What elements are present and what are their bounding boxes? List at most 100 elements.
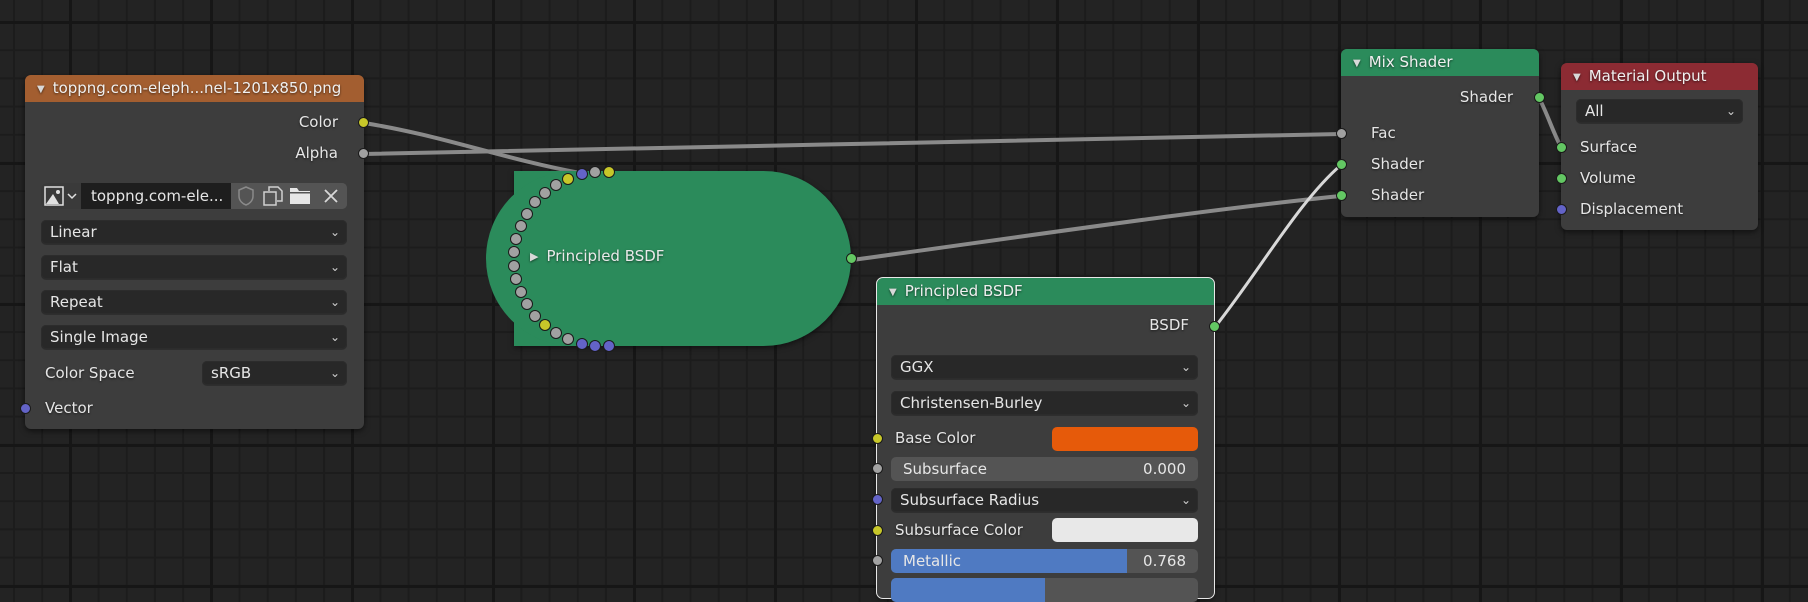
input-label-shader-2: Shader [1371, 186, 1425, 204]
socket-bsdf-output[interactable] [846, 253, 857, 264]
node-title: Mix Shader [1368, 53, 1453, 71]
collapsed-socket-float[interactable] [529, 309, 542, 322]
socket-surface-input[interactable] [1556, 142, 1567, 153]
socket-shader-input-1[interactable] [1336, 159, 1347, 170]
collapsed-socket-color[interactable] [562, 172, 575, 185]
socket-displacement-input[interactable] [1556, 204, 1567, 215]
duplicate-icon [263, 186, 283, 206]
socket-subsurface-radius-input[interactable] [872, 494, 883, 505]
collapsed-socket-color[interactable] [538, 319, 551, 332]
unlink-x-icon [323, 189, 338, 203]
node-header[interactable]: ▼ Mix Shader [1341, 49, 1539, 76]
chevron-down-icon: ⌄ [1180, 493, 1191, 507]
subsurface-value: 0.000 [1143, 460, 1186, 478]
socket-metallic-input[interactable] [872, 555, 883, 566]
socket-subsurface-color-input[interactable] [872, 525, 883, 536]
input-label-fac: Fac [1371, 124, 1396, 142]
material-output-node[interactable]: ▼ Material Output All ⌄ Surface Volume Dis… [1556, 63, 1758, 230]
projection-value: Flat [50, 258, 78, 276]
socket-alpha-output[interactable] [358, 148, 369, 159]
subsurface-radius-label: Subsurface Radius [900, 491, 1040, 509]
node-title: Material Output [1588, 67, 1707, 85]
collapsed-socket-vector[interactable] [575, 337, 588, 350]
base-color-swatch[interactable] [1052, 427, 1198, 451]
interpolation-value: Linear [50, 223, 97, 241]
socket-volume-input[interactable] [1556, 173, 1567, 184]
browse-image-button[interactable] [41, 183, 81, 209]
output-label-shader: Shader [1459, 88, 1513, 106]
interpolation-dropdown[interactable]: Linear ⌄ [41, 220, 347, 244]
collapse-triangle-icon[interactable]: ▼ [1573, 64, 1581, 90]
fake-user-button[interactable] [233, 183, 259, 209]
color-space-label: Color Space [45, 364, 135, 382]
extension-dropdown[interactable]: Repeat ⌄ [41, 290, 347, 314]
source-value: Single Image [50, 328, 148, 346]
socket-color-output[interactable] [358, 117, 369, 128]
collapsed-socket-float[interactable] [550, 178, 563, 191]
chevron-down-icon: ⌄ [1725, 104, 1736, 118]
collapse-triangle-icon[interactable]: ▼ [1353, 50, 1361, 76]
socket-base-color-input[interactable] [872, 433, 883, 444]
distribution-value: GGX [900, 358, 934, 376]
chevron-down-icon: ⌄ [1180, 360, 1191, 374]
node-title: Principled BSDF [904, 282, 1023, 300]
unlink-image-button[interactable] [314, 183, 347, 209]
source-dropdown[interactable]: Single Image ⌄ [41, 325, 347, 349]
collapsed-socket-float[interactable] [508, 259, 521, 272]
link-mix-to-surface [1537, 97, 1563, 148]
principled-bsdf-node[interactable]: ▼ Principled BSDF BSDF GGX ⌄ Christensen-B… [872, 277, 1220, 602]
input-label-volume: Volume [1580, 169, 1636, 187]
expand-triangle-icon[interactable]: ▶ [530, 250, 538, 263]
subsurface-method-value: Christensen-Burley [900, 394, 1043, 412]
collapsed-socket-float[interactable] [514, 286, 527, 299]
socket-shader-input-2[interactable] [1336, 190, 1347, 201]
input-label-vector: Vector [45, 399, 93, 417]
collapsed-socket-float[interactable] [520, 207, 533, 220]
chevron-down-icon: ⌄ [329, 366, 340, 380]
open-folder-icon [290, 188, 310, 204]
collapsed-socket-vector[interactable] [575, 168, 588, 181]
output-label-color: Color [298, 113, 338, 131]
collapsed-node-title-row: ▶ Principled BSDF [530, 247, 664, 265]
output-label-alpha: Alpha [295, 144, 338, 162]
socket-vector-input[interactable] [20, 403, 31, 414]
image-texture-node[interactable]: ▼ toppng.com-eleph...nel-1201x850.png Col… [20, 75, 369, 429]
socket-subsurface-input[interactable] [872, 463, 883, 474]
collapsed-socket-vector[interactable] [603, 339, 616, 352]
mix-shader-node[interactable]: ▼ Mix Shader Shader Fac Shader Shader [1336, 49, 1545, 217]
collapsed-principled-node[interactable]: ▶ Principled BSDF [486, 171, 857, 346]
collapsed-socket-float[interactable] [514, 219, 527, 232]
distribution-dropdown[interactable]: GGX ⌄ [891, 355, 1198, 379]
chevron-down-icon: ⌄ [329, 330, 340, 344]
image-selector: toppng.com-ele... [41, 183, 347, 209]
target-value: All [1585, 102, 1604, 120]
chevron-down-icon: ⌄ [329, 260, 340, 274]
subsurface-color-swatch[interactable] [1052, 518, 1198, 542]
metallic-value: 0.768 [1143, 552, 1186, 570]
node-header[interactable]: ▼ Principled BSDF [877, 278, 1214, 305]
subsurface-radius-dropdown[interactable]: Subsurface Radius ⌄ [891, 488, 1198, 512]
target-dropdown[interactable]: All ⌄ [1576, 99, 1743, 123]
collapse-triangle-icon[interactable]: ▼ [889, 279, 897, 305]
subsurface-method-dropdown[interactable]: Christensen-Burley ⌄ [891, 391, 1198, 415]
collapse-triangle-icon[interactable]: ▼ [37, 76, 45, 102]
duplicate-image-button[interactable] [260, 183, 286, 209]
node-header[interactable]: ▼ toppng.com-eleph...nel-1201x850.png [25, 75, 364, 102]
node-header[interactable]: ▼ Material Output [1561, 63, 1758, 90]
base-color-label: Base Color [895, 429, 976, 447]
socket-fac-input[interactable] [1336, 128, 1347, 139]
socket-bsdf-output[interactable] [1209, 321, 1220, 332]
fake-user-shield-icon [238, 186, 254, 206]
chevron-down-icon: ⌄ [329, 225, 340, 239]
subsurface-slider[interactable]: Subsurface 0.000 [891, 457, 1198, 481]
projection-dropdown[interactable]: Flat ⌄ [41, 255, 347, 279]
image-name-field[interactable]: toppng.com-ele... [81, 183, 231, 209]
open-image-button[interactable] [287, 183, 313, 209]
input-label-surface: Surface [1580, 138, 1638, 156]
metallic-slider[interactable]: Metallic 0.768 [891, 549, 1198, 573]
collapsed-socket-vector[interactable] [589, 339, 602, 352]
socket-shader-output[interactable] [1534, 92, 1545, 103]
collapsed-socket-float[interactable] [538, 186, 551, 199]
color-space-dropdown[interactable]: sRGB ⌄ [202, 361, 347, 385]
node-title: toppng.com-eleph...nel-1201x850.png [52, 79, 342, 97]
